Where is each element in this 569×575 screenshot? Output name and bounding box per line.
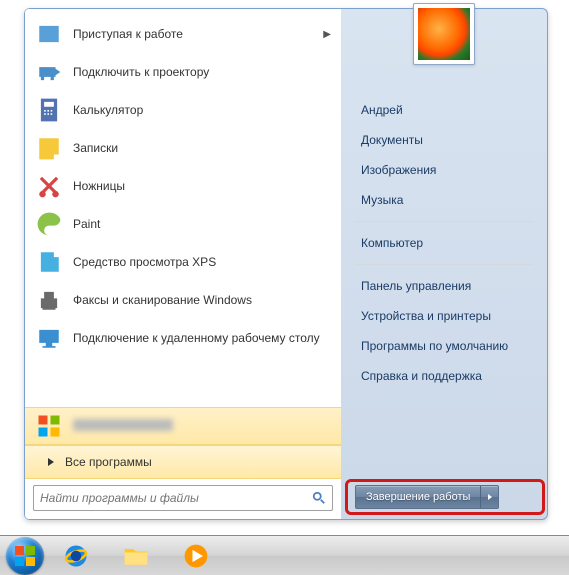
program-item[interactable]: Подключить к проектору [25,53,341,91]
media-player-icon [182,542,210,570]
search-container [25,479,341,513]
all-programs-button[interactable]: Все программы [25,445,341,479]
program-label: Записки [73,141,331,155]
remote-desktop-icon [35,324,63,352]
snipping-tool-icon [35,172,63,200]
arrow-right-icon [43,448,59,476]
shutdown-options-arrow[interactable] [480,486,498,508]
user-name-link[interactable]: Андрей [355,95,533,125]
program-label: Ножницы [73,179,331,193]
start-menu-right-pane: Андрей ДокументыИзображенияМузыка Компью… [341,9,547,519]
program-label: Факсы и сканирование Windows [73,293,331,307]
xps-viewer-icon [35,248,63,276]
right-pane-link[interactable]: Компьютер [355,228,533,258]
separator [355,221,533,222]
windows-icon [35,412,63,440]
program-item[interactable]: Факсы и сканирование Windows [25,281,341,319]
user-avatar[interactable] [413,3,475,65]
right-pane-link[interactable]: Изображения [355,155,533,185]
taskbar-ie-button[interactable] [48,539,104,573]
avatar-image [418,8,470,60]
internet-explorer-icon [62,542,90,570]
taskbar-explorer-button[interactable] [108,539,164,573]
separator [355,264,533,265]
shutdown-area: Завершение работы [355,485,533,509]
program-label: Подключить к проектору [73,65,331,79]
sticky-notes-icon [35,134,63,162]
program-label: Приступая к работе [73,27,323,41]
program-item[interactable]: Приступая к работе ▶ [25,15,341,53]
program-item[interactable]: Записки [25,129,341,167]
start-menu-left-pane: Приступая к работе ▶ Подключить к проект… [25,9,341,519]
submenu-arrow-icon: ▶ [323,29,331,40]
right-pane-link[interactable]: Устройства и принтеры [355,301,533,331]
right-pane-link[interactable]: Музыка [355,185,533,215]
program-item[interactable]: Paint [25,205,341,243]
program-item[interactable]: Средство просмотра XPS [25,243,341,281]
file-explorer-icon [122,542,150,570]
program-item[interactable]: Ножницы [25,167,341,205]
right-pane-link[interactable]: Справка и поддержка [355,361,533,391]
program-item[interactable]: Подключение к удаленному рабочему столу [25,319,341,357]
search-box[interactable] [33,485,333,511]
program-label: Paint [73,217,331,231]
program-label: Калькулятор [73,103,331,117]
taskbar [0,535,569,575]
pinned-programs-list: Приступая к работе ▶ Подключить к проект… [25,15,341,407]
fax-scan-icon [35,286,63,314]
program-label: Подключение к удаленному рабочему столу [73,331,331,345]
blurred-label [73,419,331,434]
program-label: Средство просмотра XPS [73,255,331,269]
search-input[interactable] [40,491,312,505]
search-icon [312,491,326,505]
paint-icon [35,210,63,238]
taskbar-media-player-button[interactable] [168,539,224,573]
shutdown-button[interactable]: Завершение работы [355,485,499,509]
program-item[interactable]: Калькулятор [25,91,341,129]
start-menu: Приступая к работе ▶ Подключить к проект… [24,8,548,520]
shutdown-label[interactable]: Завершение работы [356,486,480,508]
right-pane-link[interactable]: Программы по умолчанию [355,331,533,361]
recent-program-item[interactable] [25,407,341,445]
right-pane-link[interactable]: Документы [355,125,533,155]
calculator-icon [35,96,63,124]
right-pane-link[interactable]: Панель управления [355,271,533,301]
projector-icon [35,58,63,86]
right-links-list: Андрей ДокументыИзображенияМузыка Компью… [355,95,533,485]
getting-started-icon [35,20,63,48]
start-button[interactable] [6,537,44,575]
all-programs-label: Все программы [65,455,331,469]
